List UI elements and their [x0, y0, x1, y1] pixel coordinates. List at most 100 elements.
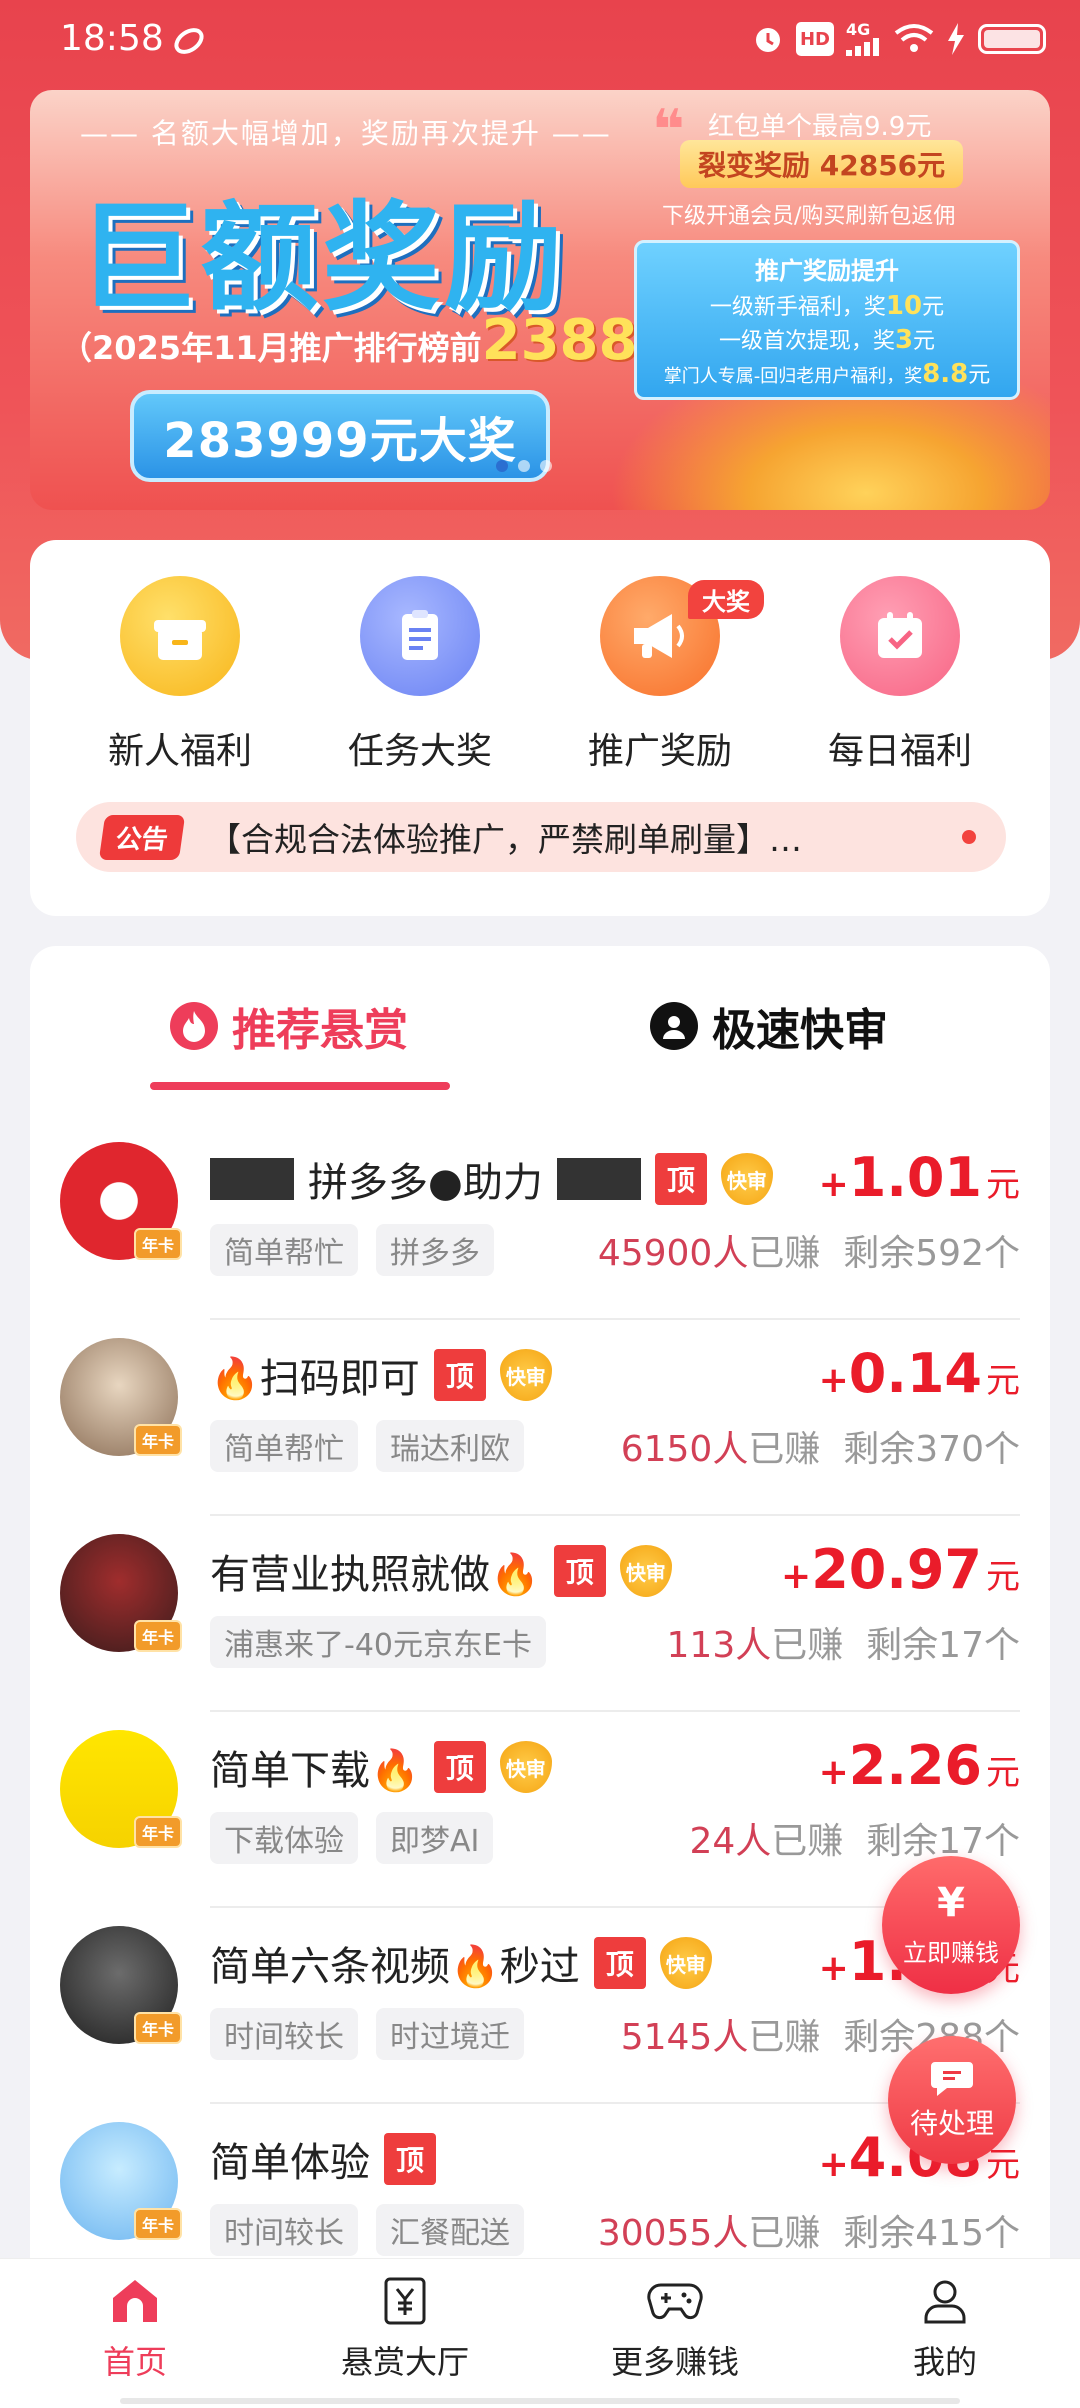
earned-suffix: 已赚 [771, 1625, 844, 1666]
menu-label: 任务大奖 [347, 731, 492, 772]
home-icon [107, 2273, 163, 2329]
earn-now-label: 立即赚钱 [903, 1938, 999, 1967]
bb-line3-prefix: 掌门人专属-回归老用户福利，奖 [663, 366, 923, 387]
signal-icon: 4G [846, 22, 882, 56]
status-icons: HD 4G [752, 22, 1046, 56]
reward-amount: 2.26 [848, 1734, 982, 1797]
task-stats: 24人已赚 剩余17个 [689, 1812, 1020, 1864]
quick-menu-card: 新人福利 任务大奖 大奖 推广奖励 每日福利 公告 【合规合法体验推广，严禁刷单… [30, 540, 1050, 916]
bottom-navigation: 首页 悬赏大厅 更多赚钱 我的 [0, 2258, 1080, 2408]
task-row[interactable]: 年卡 简单下载🔥 顶快审 +2.26 元下载体验 即梦AI 24人已赚 剩余17个 [30, 1712, 1050, 1908]
nav-reward-hall[interactable]: 悬赏大厅 [270, 2259, 540, 2408]
earn-now-button[interactable]: ¥ 立即赚钱 [882, 1856, 1020, 1994]
reward-plus: + [818, 1948, 849, 1989]
task-tag: 拼多多 [376, 1224, 494, 1276]
task-title-text: 简单下载🔥 [210, 1748, 420, 1794]
task-reward: +0.14 元 [819, 1342, 1020, 1405]
banner-box-line: 掌门人专属-回归老用户福利，奖8.8元 [637, 358, 1017, 393]
task-tag: 时间较长 [210, 2204, 358, 2256]
task-row[interactable]: 年卡 有营业执照就做🔥 顶快审 +20.97 元浦惠来了-40元京东E卡 113人已赚 剩… [30, 1516, 1050, 1712]
task-row[interactable]: 年卡 🔥扫码即可顶快审 +0.14 元简单帮忙 瑞达利欧 6150人已赚 剩余370个 [30, 1320, 1050, 1516]
top-tag: 顶 [433, 1741, 486, 1793]
banner-rank: （2025年11月推广排行榜前2388名） [60, 308, 701, 373]
task-tag: 时间较长 [210, 2008, 358, 2060]
earned-suffix: 已赚 [748, 1429, 821, 1470]
task-tag: 下载体验 [210, 1812, 358, 1864]
task-title-text: 有营业执照就做🔥 [210, 1552, 540, 1598]
notice-indicator-dot [962, 830, 976, 844]
task-tags: 简单帮忙 瑞达利欧 [210, 1420, 524, 1472]
task-tags: 时间较长 时过境迁 [210, 2008, 524, 2060]
nav-label: 首页 [102, 2343, 167, 2381]
remaining-suffix: 个 [983, 1625, 1020, 1666]
year-card-badge: 年卡 [134, 1620, 183, 1652]
notice-bar[interactable]: 公告 【合规合法体验推广，严禁刷单刷量】… [76, 802, 1006, 872]
user-icon [917, 2273, 973, 2329]
banner-dot[interactable] [540, 460, 552, 472]
task-stats: 6150人已赚 剩余370个 [621, 1420, 1020, 1472]
remaining-suffix: 个 [983, 1429, 1020, 1470]
fast-review-icon: 快审 [619, 1545, 672, 1597]
task-tag: 简单帮忙 [210, 1224, 358, 1276]
banner-prize-button[interactable]: 283999元大奖 [130, 390, 550, 482]
banner-dot[interactable] [496, 460, 508, 472]
task-tag: 汇餐配送 [376, 2204, 524, 2256]
wifi-icon [894, 24, 934, 52]
notice-text: 【合规合法体验推广，严禁刷单刷量】… [208, 820, 803, 859]
promo-banner[interactable]: —— 名额大幅增加，奖励再次提升 —— 巨额奖励 （2025年11月推广排行榜前… [30, 90, 1050, 510]
reward-plus: + [818, 1360, 849, 1401]
banner-dot[interactable] [518, 460, 530, 472]
gesture-home-bar[interactable] [120, 2398, 960, 2404]
task-tag: 瑞达利欧 [376, 1420, 524, 1472]
task-row[interactable]: 年卡 拼多多●助力 顶快审 +1.01 元简单帮忙 拼多多 45900人已赚 剩余592个 [30, 1124, 1050, 1320]
battery-icon [978, 24, 1046, 54]
gift-box-icon [120, 576, 240, 696]
remaining-prefix: 剩余 [843, 2017, 916, 2058]
earned-suffix: 已赚 [748, 2213, 821, 2254]
gamepad-icon [647, 2273, 703, 2329]
nav-mine[interactable]: 我的 [810, 2259, 1080, 2408]
task-title-text: 简单六条视频🔥秒过 [210, 1944, 580, 1990]
task-tabs: 推荐悬赏 极速快审 [30, 994, 1050, 1090]
menu-item-daily[interactable]: 每日福利 [780, 576, 1020, 774]
banner-rank-number: 2388 [481, 308, 638, 373]
nav-home[interactable]: 首页 [0, 2259, 270, 2408]
redacted-block [210, 1158, 294, 1200]
app-notification-icon [174, 28, 204, 54]
remaining-suffix: 个 [983, 2213, 1020, 2254]
calendar-check-icon [840, 576, 960, 696]
bb-line2-prefix: 一级首次提现，奖 [718, 329, 895, 354]
remaining-prefix: 剩余 [866, 1821, 939, 1862]
clipboard-icon [360, 576, 480, 696]
task-title-text: 拼多多●助力 [308, 1160, 543, 1206]
fast-review-icon: 快审 [499, 1349, 552, 1401]
task-stats: 113人已赚 剩余17个 [667, 1616, 1020, 1668]
menu-item-promotion[interactable]: 大奖 推广奖励 [540, 576, 780, 774]
year-card-badge: 年卡 [134, 1424, 183, 1456]
nav-more-earn[interactable]: 更多赚钱 [540, 2259, 810, 2408]
menu-item-task-prize[interactable]: 任务大奖 [300, 576, 540, 774]
reward-unit: 元 [986, 1753, 1020, 1793]
fire-icon [170, 1002, 218, 1050]
task-stats: 30055人已赚 剩余415个 [598, 2204, 1020, 2256]
banner-pagination[interactable] [496, 460, 552, 472]
bb-line3-suffix: 元 [968, 363, 991, 388]
pending-button[interactable]: 待处理 [888, 2036, 1016, 2164]
banner-commission-text: 下级开通会员/购买刷新包返佣 [662, 204, 956, 229]
task-title: 拼多多●助力 顶快审 [210, 1150, 773, 1208]
task-reward: +20.97 元 [781, 1538, 1020, 1601]
reward-plus: + [818, 2144, 849, 2185]
tab-fast-review[interactable]: 极速快审 [650, 994, 888, 1058]
pending-label: 待处理 [909, 2107, 994, 2140]
banner-box-title: 推广奖励提升 [755, 257, 899, 285]
network-type-label: 4G [846, 20, 871, 39]
task-tag: 即梦AI [376, 1812, 494, 1864]
status-bar: 18:58 HD 4G [0, 0, 1080, 84]
yen-icon: ¥ [937, 1879, 965, 1926]
menu-label: 每日福利 [827, 731, 972, 772]
tab-recommended[interactable]: 推荐悬赏 [170, 994, 408, 1058]
menu-item-newcomer[interactable]: 新人福利 [60, 576, 300, 774]
bb-line3-value: 8.8 [922, 359, 969, 389]
menu-badge: 大奖 [688, 580, 764, 619]
task-title-text: 🔥扫码即可 [210, 1356, 420, 1402]
